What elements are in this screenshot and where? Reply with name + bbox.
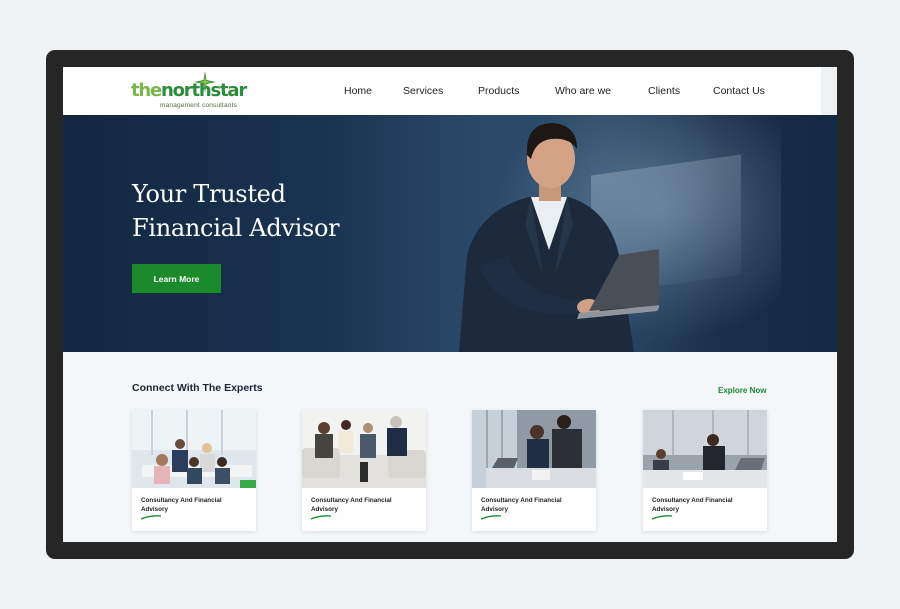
green-swoosh-icon <box>481 515 501 520</box>
learn-more-button[interactable]: Learn More <box>132 264 221 293</box>
experts-section-title: Connect With The Experts <box>132 382 263 394</box>
card-label: Consultancy And Financial Advisory <box>141 497 222 513</box>
team-meeting-photo <box>132 410 256 488</box>
card-label: Consultancy And Financial Advisory <box>481 497 562 513</box>
expert-card[interactable]: Consultancy And Financial Advisory <box>302 410 426 531</box>
businessman-with-laptop-image <box>459 123 659 352</box>
nav-contact-us[interactable]: Contact Us <box>713 85 765 97</box>
expert-card[interactable]: Consultancy And Financial Advisory <box>472 410 596 531</box>
site-header: thenorthstar management consultants Home… <box>63 67 821 115</box>
expert-card[interactable]: Consultancy And Financial Advisory <box>132 410 256 531</box>
nav-services[interactable]: Services <box>403 85 443 97</box>
scrollbar-gutter <box>821 67 837 115</box>
hero-title-line-2: Financial Advisor <box>132 214 340 242</box>
card-label: Consultancy And Financial Advisory <box>311 497 392 513</box>
star-icon <box>194 71 216 93</box>
logo-word-the: the <box>131 80 162 101</box>
green-swoosh-icon <box>141 515 161 520</box>
nav-products[interactable]: Products <box>478 85 519 97</box>
logo-subtitle: management consultants <box>160 102 238 109</box>
nav-home[interactable]: Home <box>344 85 372 97</box>
nav-who-are-we[interactable]: Who are we <box>555 85 611 97</box>
card-label: Consultancy And Financial Advisory <box>652 497 733 513</box>
laptop-review-photo <box>472 410 596 488</box>
hero-title-line-1: Your Trusted <box>132 180 286 208</box>
hero-banner: Your Trusted Financial Advisor Learn Mor… <box>63 115 837 352</box>
northstar-logo[interactable]: thenorthstar management consultants <box>131 71 251 111</box>
lounge-discussion-photo <box>302 410 426 488</box>
green-swoosh-icon <box>652 515 672 520</box>
office-desk-photo <box>643 410 767 488</box>
green-swoosh-icon <box>311 515 331 520</box>
explore-now-link[interactable]: Explore Now <box>718 386 766 395</box>
logo-wordmark: thenorthstar <box>131 80 247 101</box>
expert-card[interactable]: Consultancy And Financial Advisory <box>643 410 767 531</box>
hero-title: Your Trusted Financial Advisor <box>132 177 340 245</box>
nav-clients[interactable]: Clients <box>648 85 680 97</box>
browser-screen: thenorthstar management consultants Home… <box>63 67 837 542</box>
